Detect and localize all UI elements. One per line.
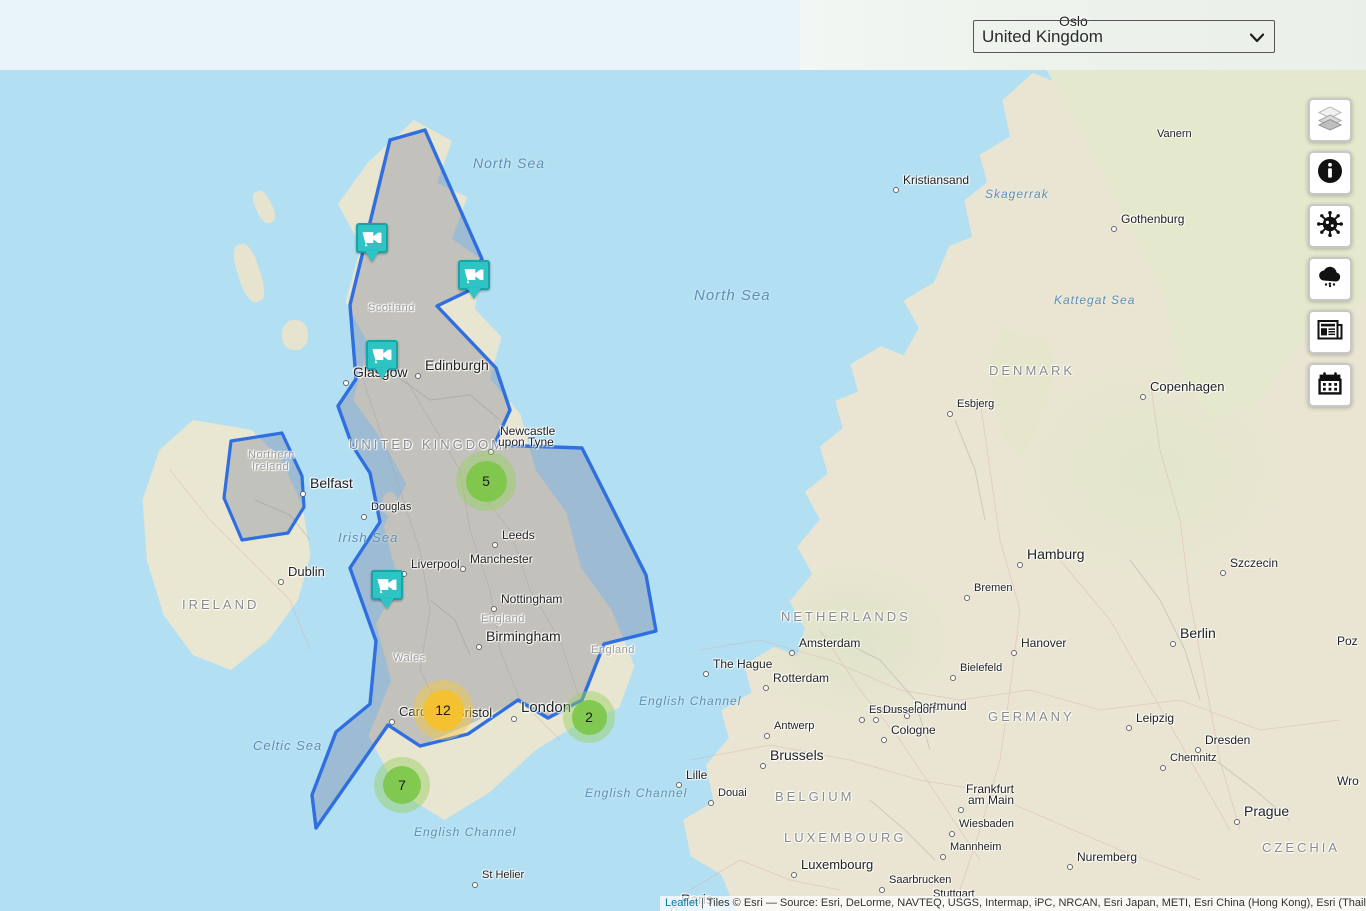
map-city-dot xyxy=(343,380,349,386)
attribution-text: Tiles © Esri — Source: Esri, DeLorme, NA… xyxy=(706,897,1366,909)
map-city-dot xyxy=(1234,819,1240,825)
map-city-dot xyxy=(958,807,964,813)
map-city-dot xyxy=(763,685,769,691)
cluster-marker-count: 12 xyxy=(422,689,464,731)
camera-marker[interactable] xyxy=(356,223,388,263)
map-city-dot xyxy=(491,606,497,612)
map-city-dot xyxy=(964,595,970,601)
map-city-dot xyxy=(859,717,865,723)
camera-marker-tail xyxy=(380,598,394,609)
calendar-icon xyxy=(1318,371,1342,400)
map-city-dot xyxy=(300,491,306,497)
map-city-dot xyxy=(676,782,682,788)
calendar-control[interactable] xyxy=(1308,363,1352,407)
camera-marker-tail xyxy=(365,251,379,262)
cluster-marker[interactable]: 5 xyxy=(456,451,516,511)
cloud-snow-icon xyxy=(1317,265,1343,294)
map-city-dot xyxy=(949,831,955,837)
map-city-dot xyxy=(791,872,797,878)
map-canvas[interactable]: North Sea North Sea Skagerrak Kattegat Sea I… xyxy=(0,0,1366,911)
cluster-marker-count: 2 xyxy=(571,699,607,735)
map-city-dot xyxy=(389,719,395,725)
cluster-marker-count: 7 xyxy=(383,766,421,804)
map-attribution: Leaflet | Tiles © Esri — Source: Esri, D… xyxy=(660,896,1366,911)
map-city-dot xyxy=(760,763,766,769)
map-city-dot xyxy=(1220,570,1226,576)
map-city-dot xyxy=(415,373,421,379)
map-city-dot xyxy=(789,650,795,656)
map-road-network xyxy=(169,369,1341,891)
country-select[interactable]: United KingdomIrelandFranceGermanyNorway… xyxy=(973,20,1275,53)
map-city-dot xyxy=(472,882,478,888)
cluster-marker[interactable]: 12 xyxy=(413,680,473,740)
map-city-dot xyxy=(1067,864,1073,870)
map-city-dot xyxy=(1170,641,1176,647)
info-control[interactable] xyxy=(1308,151,1352,195)
map-city-dot xyxy=(703,671,709,677)
map-city-dot xyxy=(1126,725,1132,731)
map-city-dot xyxy=(460,566,466,572)
map-city-dot xyxy=(476,644,482,650)
info-icon xyxy=(1317,158,1343,189)
map-city-dot xyxy=(873,717,879,723)
cluster-marker[interactable]: 2 xyxy=(563,691,615,743)
map-city-dot xyxy=(361,514,367,520)
attribution-separator: | xyxy=(698,897,707,909)
weather-control[interactable] xyxy=(1308,257,1352,301)
map-city-dot xyxy=(950,675,956,681)
map-city-dot xyxy=(904,713,910,719)
map-controls-rail xyxy=(1308,98,1352,407)
camera-marker-tail xyxy=(375,368,389,379)
map-city-dot xyxy=(1140,394,1146,400)
virus-icon xyxy=(1317,210,1343,242)
map-city-dot xyxy=(1017,562,1023,568)
map-city-dot xyxy=(1011,650,1017,656)
layers-icon xyxy=(1317,105,1343,136)
map-city-dot xyxy=(1111,226,1117,232)
camera-marker[interactable] xyxy=(366,340,398,380)
camera-marker[interactable] xyxy=(458,260,490,300)
layers-control[interactable] xyxy=(1308,98,1352,142)
map-city-dot xyxy=(947,411,953,417)
virus-control[interactable] xyxy=(1308,204,1352,248)
cluster-marker-count: 5 xyxy=(465,460,507,502)
map-city-dot xyxy=(940,854,946,860)
map-city-dot xyxy=(708,800,714,806)
leaflet-link[interactable]: Leaflet xyxy=(665,897,698,909)
map-city-dot xyxy=(492,542,498,548)
cluster-marker[interactable]: 7 xyxy=(374,757,430,813)
map-city-dot xyxy=(1195,747,1201,753)
map-city-dot xyxy=(278,579,284,585)
map-city-dot xyxy=(881,737,887,743)
newspaper-icon xyxy=(1317,318,1343,347)
map-city-dot xyxy=(764,733,770,739)
map-city-dot xyxy=(1160,765,1166,771)
camera-marker[interactable] xyxy=(371,570,403,610)
map-city-dot xyxy=(511,716,517,722)
news-control[interactable] xyxy=(1308,310,1352,354)
camera-marker-tail xyxy=(467,288,481,299)
map-city-dot xyxy=(893,187,899,193)
map-city-dot xyxy=(879,887,885,893)
map-application: North Sea North Sea Skagerrak Kattegat Sea I… xyxy=(0,0,1366,911)
country-select-container: United KingdomIrelandFranceGermanyNorway… xyxy=(973,20,1275,53)
